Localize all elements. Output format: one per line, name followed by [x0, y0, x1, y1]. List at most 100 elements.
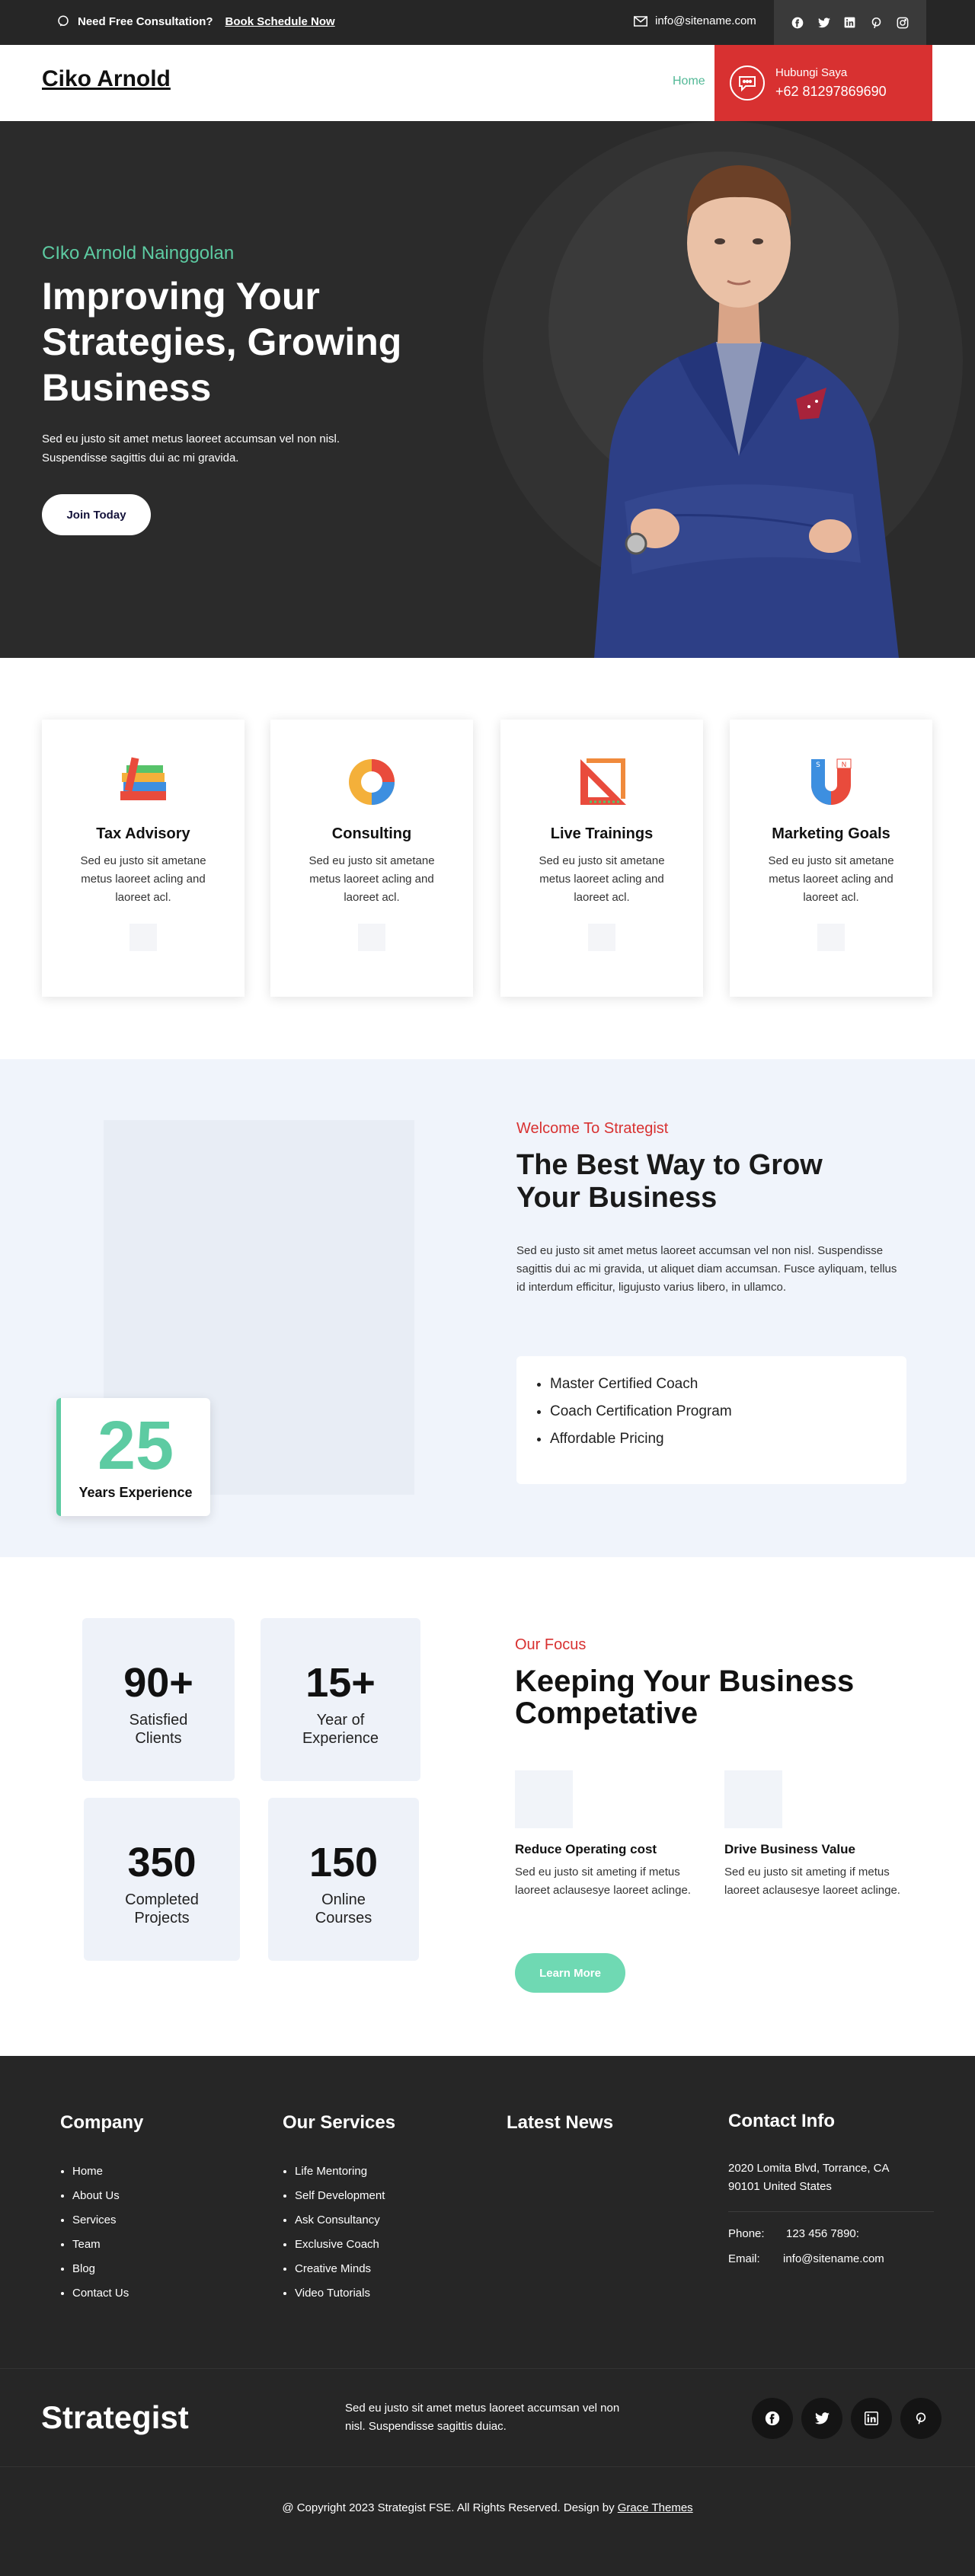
consultation-cta: Need Free Consultation? Book Schedule No… — [56, 14, 335, 28]
site-header: Ciko Arnold Home Hubungi Saya +62 812978… — [0, 45, 975, 121]
service-card[interactable]: SN Marketing Goals Sed eu justo sit amet… — [730, 720, 932, 997]
join-today-button[interactable]: Join Today — [42, 494, 151, 535]
experience-number: 25 — [97, 1408, 174, 1484]
site-logo[interactable]: Ciko Arnold — [42, 66, 171, 92]
about-eyebrow: Welcome To Strategist — [516, 1120, 669, 1137]
footer-phone-value[interactable]: 123 456 7890: — [786, 2227, 859, 2240]
footer-column-title: Our Services — [283, 2112, 396, 2133]
stat-label: Satisfied Clients — [129, 1712, 188, 1747]
focus-item-desc: Sed eu justo sit ameting if metus laoree… — [724, 1866, 900, 1897]
footer-brand[interactable]: Strategist — [41, 2399, 189, 2436]
focus-item-icon-placeholder — [515, 1770, 573, 1828]
contact-call-box[interactable]: Hubungi Saya +62 81297869690 — [714, 45, 932, 121]
service-card[interactable]: Consulting Sed eu justo sit ametane metu… — [270, 720, 473, 997]
service-title: Tax Advisory — [96, 825, 190, 842]
facebook-icon[interactable] — [789, 14, 806, 31]
instagram-icon[interactable] — [894, 14, 911, 31]
stat-card: 350 Completed Projects — [84, 1798, 240, 1961]
pinterest-icon[interactable] — [868, 14, 884, 31]
footer-email-value[interactable]: info@sitename.com — [783, 2252, 884, 2265]
focus-item-title: Reduce Operating cost — [515, 1842, 657, 1856]
call-label: Hubungi Saya — [775, 66, 848, 79]
top-bar: Need Free Consultation? Book Schedule No… — [0, 0, 975, 45]
facebook-icon[interactable] — [752, 2398, 793, 2439]
hero-title: Improving Your Strategies, Growing Busin… — [42, 275, 402, 409]
footer-email-label: Email: — [728, 2252, 760, 2265]
footer-brand-text: Sed eu justo sit amet metus laoreet accu… — [345, 2402, 620, 2433]
top-email-text: info@sitename.com — [655, 14, 756, 27]
about-section: 25 Years Experience Welcome To Strategis… — [0, 1059, 975, 1557]
feature-list-item: Master Certified Coach — [550, 1376, 906, 1393]
footer-link-life-mentoring[interactable]: Life Mentoring — [295, 2164, 488, 2179]
service-desc: Sed eu justo sit ametane metus laoreet a… — [539, 854, 665, 904]
top-social-links — [774, 0, 926, 45]
book-schedule-link[interactable]: Book Schedule Now — [225, 15, 335, 28]
footer-link-creative-minds[interactable]: Creative Minds — [295, 2262, 488, 2277]
footer-link-self-development[interactable]: Self Development — [295, 2188, 488, 2204]
books-icon — [120, 757, 166, 800]
focus-item-icon-placeholder — [724, 1770, 782, 1828]
footer-link-video-tutorials[interactable]: Video Tutorials — [295, 2286, 488, 2301]
footer-phone-label: Phone: — [728, 2227, 765, 2240]
twitter-icon[interactable] — [801, 2398, 842, 2439]
footer-link-services[interactable]: Services — [72, 2213, 266, 2228]
top-email[interactable]: info@sitename.com — [634, 14, 756, 27]
service-card[interactable]: Tax Advisory Sed eu justo sit ametane me… — [42, 720, 245, 997]
stat-label: Year of Experience — [302, 1712, 379, 1747]
footer-link-ask-consultancy[interactable]: Ask Consultancy — [295, 2213, 488, 2228]
linkedin-icon[interactable] — [851, 2398, 892, 2439]
service-title: Consulting — [331, 825, 412, 842]
service-link-placeholder[interactable] — [129, 924, 157, 951]
call-number: +62 81297869690 — [775, 84, 887, 99]
experience-label: Years Experience — [78, 1485, 193, 1500]
footer-link-home[interactable]: Home — [72, 2164, 266, 2179]
footer-link-contact[interactable]: Contact Us — [72, 2286, 266, 2301]
focus-item: Drive Business Value Sed eu justo sit am… — [724, 1770, 907, 1900]
linkedin-icon[interactable] — [842, 14, 858, 31]
service-title: Marketing Goals — [772, 825, 890, 842]
consult-text: Need Free Consultation? — [78, 14, 213, 28]
footer-column-title: Latest News — [507, 2112, 614, 2133]
feature-list-box: Master Certified Coach Coach Certificati… — [516, 1356, 906, 1484]
service-title: Live Trainings — [550, 825, 654, 842]
envelope-icon — [634, 15, 647, 27]
copyright: @ Copyright 2023 Strategist FSE. All Rig… — [0, 2501, 975, 2514]
footer-link-about[interactable]: About Us — [72, 2188, 266, 2204]
copyright-text: @ Copyright 2023 Strategist FSE. All Rig… — [282, 2501, 615, 2514]
service-link-placeholder[interactable] — [588, 924, 615, 951]
footer-services-column: Our Services Life Mentoring Self Develop… — [283, 2112, 488, 2310]
stat-number: 15+ — [305, 1660, 376, 1706]
footer-social-links — [743, 2398, 941, 2439]
stat-card: 150 Online Courses — [268, 1798, 419, 1961]
focus-item-title: Drive Business Value — [724, 1842, 855, 1856]
svg-text:N: N — [842, 761, 847, 769]
footer-column-title: Contact Info — [728, 2111, 835, 2131]
focus-section: 90+ Satisfied Clients 15+ Year of Experi… — [0, 1557, 975, 2056]
speech-bubble-icon — [730, 65, 765, 101]
twitter-icon[interactable] — [816, 14, 833, 31]
svg-text:S: S — [816, 761, 820, 769]
stat-label: Completed Projects — [125, 1891, 199, 1926]
feature-list-item: Affordable Pricing — [550, 1431, 906, 1448]
pinterest-icon[interactable] — [900, 2398, 941, 2439]
footer-divider — [728, 2211, 934, 2212]
learn-more-button[interactable]: Learn More — [515, 1953, 625, 1993]
service-link-placeholder[interactable] — [358, 924, 385, 951]
magnet-icon: SN — [811, 758, 852, 805]
stat-number: 90+ — [123, 1660, 193, 1706]
about-title: The Best Way to Grow Your Business — [516, 1149, 823, 1214]
footer-link-exclusive-coach[interactable]: Exclusive Coach — [295, 2237, 488, 2252]
feature-list-item: Coach Certification Program — [550, 1403, 906, 1420]
focus-item-desc: Sed eu justo sit ameting if metus laoree… — [515, 1866, 691, 1897]
hero-section: CIko Arnold Nainggolan Improving Your St… — [0, 121, 975, 658]
focus-title: Keeping Your Business Competative — [515, 1665, 855, 1730]
footer-email: Email: info@sitename.com — [728, 2252, 934, 2265]
chat-icon — [58, 15, 69, 27]
service-desc: Sed eu justo sit ametane metus laoreet a… — [768, 854, 894, 904]
footer-link-blog[interactable]: Blog — [72, 2262, 266, 2277]
service-card[interactable]: Live Trainings Sed eu justo sit ametane … — [500, 720, 703, 997]
nav-item-home[interactable]: Home — [673, 75, 705, 88]
service-link-placeholder[interactable] — [817, 924, 845, 951]
footer-link-team[interactable]: Team — [72, 2237, 266, 2252]
designer-link[interactable]: Grace Themes — [618, 2501, 693, 2514]
